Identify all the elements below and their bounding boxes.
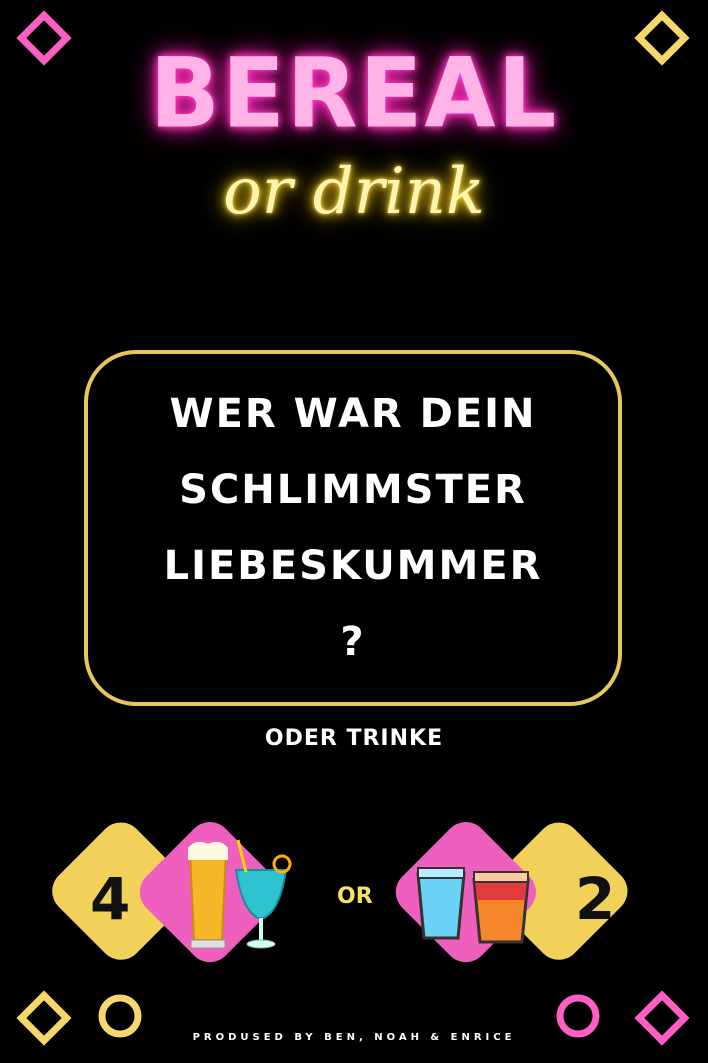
left-drink-count: 4 <box>90 865 131 933</box>
right-drink-count: 2 <box>575 865 616 933</box>
question-box: WER WAR DEIN SCHLIMMSTER LIEBESKUMMER ? <box>84 350 622 706</box>
bottom-left-circle <box>98 994 142 1038</box>
orange-shot-icon <box>472 871 530 944</box>
title-main: BEREAL <box>149 37 559 150</box>
bottom-right-circle <box>556 994 600 1038</box>
title-sub: or drink <box>223 155 485 229</box>
credit-line: PRODUSED BY BEN, NOAH & ENRICE <box>192 1032 516 1043</box>
question-text: WER WAR DEIN SCHLIMMSTER LIEBESKUMMER ? <box>164 376 543 680</box>
drink-subline: ODER TRINKE <box>264 726 444 751</box>
question-line: SCHLIMMSTER <box>179 467 527 513</box>
question-line: WER WAR DEIN <box>169 391 537 437</box>
or-label: OR <box>337 884 373 909</box>
question-line: ? <box>340 619 366 665</box>
question-line: LIEBESKUMMER <box>163 543 543 589</box>
beer-glass-icon <box>188 841 228 949</box>
blue-shot-icon <box>416 867 466 940</box>
